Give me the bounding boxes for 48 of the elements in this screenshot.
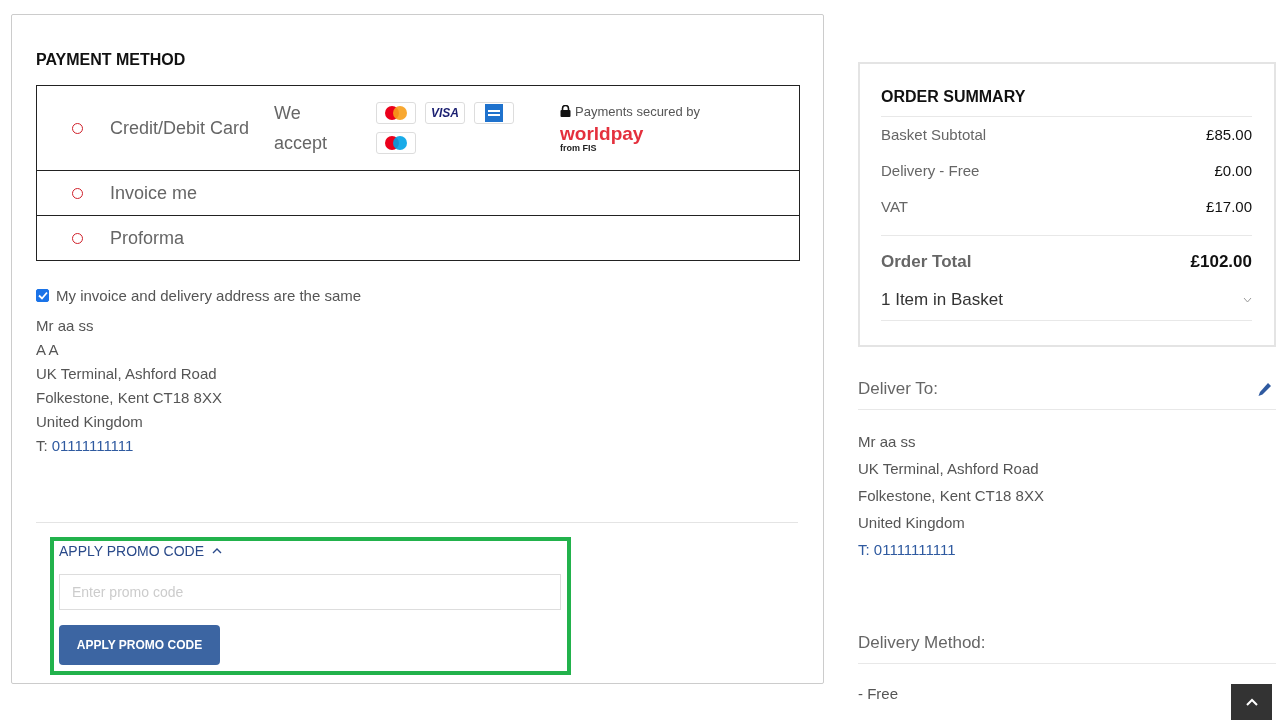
phone-link[interactable]: 01111111111 <box>51 434 134 458</box>
address-line: Folkestone, Kent CT18 8XX <box>858 486 1044 506</box>
address-line: United Kingdom <box>858 513 965 533</box>
checkbox-label: My invoice and delivery address are the same <box>56 287 362 304</box>
address-line: Mr aa ss <box>858 432 916 452</box>
checkbox[interactable] <box>36 289 49 302</box>
phone-link[interactable]: T: 01111111111 <box>858 536 956 563</box>
lock-icon <box>560 105 571 117</box>
section-title: PAYMENT METHOD <box>36 51 186 69</box>
address-line: A A <box>36 340 59 360</box>
summary-label: VAT <box>881 197 908 217</box>
address-line: UK Terminal, Ashford Road <box>36 364 217 384</box>
summary-value: £17.00 <box>1206 197 1252 217</box>
option-label: Credit/Debit Card <box>110 117 251 139</box>
circles-logo-icon <box>376 102 416 124</box>
basket-toggle[interactable]: 1 Item in Basket <box>881 290 1252 321</box>
provider-logo: worldpay <box>560 124 644 143</box>
card-logo-icon <box>474 102 514 124</box>
option-label: Invoice me <box>110 182 199 204</box>
payment-option[interactable]: Credit/Debit Card We accept VISA Payments secured by worldpay from FIS <box>37 86 799 170</box>
edit-icon[interactable] <box>1257 381 1272 397</box>
summary-value: £0.00 <box>1214 161 1252 181</box>
secured-label: Payments secured by <box>575 103 700 119</box>
apply-promo-button[interactable]: APPLY PROMO CODE <box>59 625 220 665</box>
scroll-top-button[interactable] <box>1231 684 1272 720</box>
promo-toggle-link[interactable]: APPLY PROMO CODE <box>59 543 222 559</box>
circles-logo-icon <box>376 132 416 154</box>
payment-option[interactable]: Invoice me <box>37 170 799 215</box>
payment-option[interactable]: Proforma <box>37 215 799 260</box>
address-line: UK Terminal, Ashford Road <box>858 459 1039 479</box>
visa-logo: VISA <box>425 102 465 124</box>
address-line: Folkestone, Kent CT18 8XX <box>36 388 222 408</box>
delivery-method-title: Delivery Method: <box>858 633 986 653</box>
total-value: £102.00 <box>1190 251 1252 273</box>
deliver-to-title: Deliver To: <box>858 379 938 399</box>
accept-label: We accept <box>274 102 329 155</box>
delivery-method-value: - Free <box>858 684 898 704</box>
option-label: Proforma <box>110 227 186 249</box>
address-line: United Kingdom <box>36 412 143 432</box>
summary-label: Basket Subtotal <box>881 125 987 145</box>
total-label: Order Total <box>881 251 972 273</box>
provider-tagline: from FIS <box>560 142 597 153</box>
summary-title: ORDER SUMMARY <box>881 88 1027 106</box>
summary-value: £85.00 <box>1206 125 1252 145</box>
caret-icon <box>1245 698 1258 706</box>
phone-label: T: <box>36 436 48 456</box>
address-line: Mr aa ss <box>36 316 94 336</box>
summary-label: Delivery - Free <box>881 161 980 181</box>
